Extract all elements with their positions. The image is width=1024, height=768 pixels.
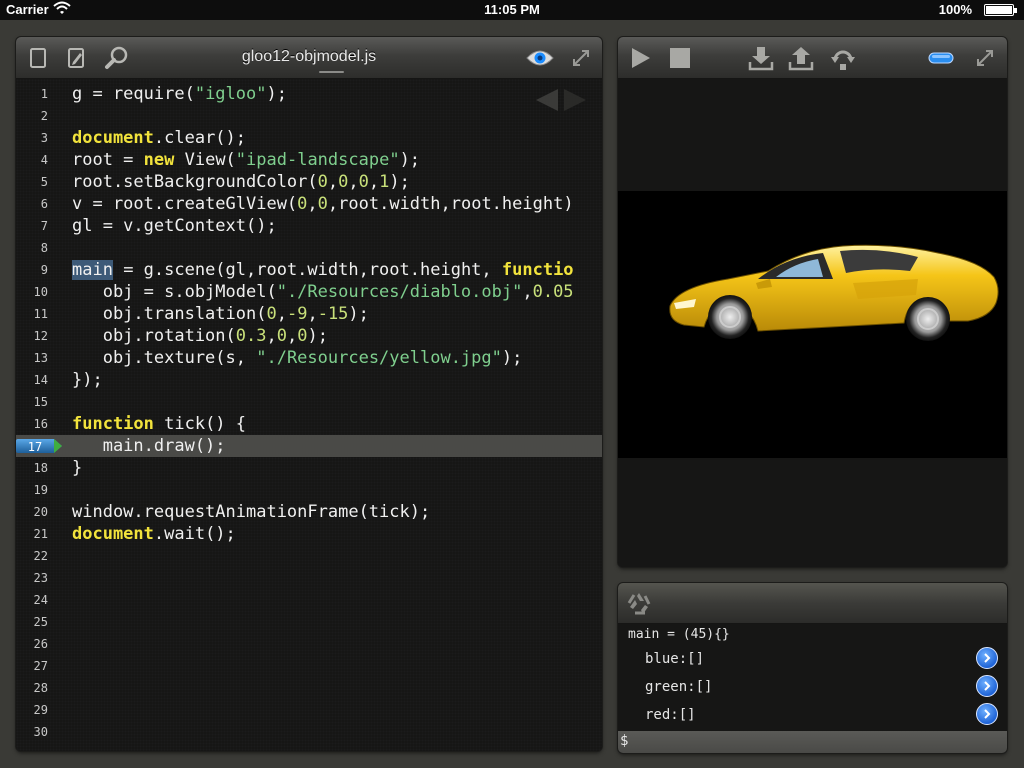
code-line: 3 document.clear(); [40, 128, 247, 148]
console-prompt: $ [620, 733, 629, 749]
code-area[interactable]: 1g = require("igloo"); 2 3 document.clear… [16, 79, 602, 751]
code-line: 7 gl = v.getContext(); [40, 216, 277, 236]
code-line: 11 obj.translation(0,-9,-15); [33, 304, 369, 324]
expand-icon[interactable] [568, 45, 594, 71]
code-line: 18} [33, 458, 83, 478]
expand-icon[interactable] [972, 45, 998, 71]
status-bar: Carrier 11:05 PM 100% [0, 0, 1024, 20]
console-panel: main = (45){} blue:[] green:[] red:[] $ [618, 583, 1007, 753]
console-root-object: main = (45){} [628, 627, 730, 642]
code-line: 10 obj = s.objModel("./Resources/diablo.… [33, 282, 574, 302]
editor-toolbar: gloo12-objmodel.js [16, 37, 602, 79]
code-line: 9 main = g.scene(gl,root.width,root.heigh… [40, 260, 574, 280]
console-property-row[interactable]: green:[] [618, 673, 1007, 701]
disclosure-icon[interactable] [976, 703, 998, 725]
play-icon[interactable] [627, 45, 653, 71]
preview-panel [618, 37, 1007, 567]
recycle-icon[interactable] [626, 590, 652, 616]
selected-text: main [72, 260, 113, 280]
code-line: 23 [33, 571, 48, 585]
preview-toolbar [618, 37, 1007, 79]
code-line: 27 [33, 659, 48, 673]
gl-canvas[interactable] [618, 191, 1007, 458]
code-line: 26 [33, 637, 48, 651]
code-line: 19 [33, 483, 48, 497]
code-line: 6v = root.createGlView(0,0,root.width,ro… [40, 194, 574, 214]
title-indicator [319, 71, 344, 73]
battery-percent: 100% [938, 2, 972, 17]
code-line: 24 [33, 593, 48, 607]
slider-icon[interactable] [928, 45, 954, 71]
code-line: 8 [40, 241, 48, 255]
eye-icon[interactable] [525, 45, 555, 71]
console-input[interactable]: $ [618, 731, 1007, 753]
stop-icon[interactable] [667, 45, 693, 71]
code-line: 25 [33, 615, 48, 629]
file-title[interactable]: gloo12-objmodel.js [16, 48, 602, 66]
code-line: 13 obj.texture(s, "./Resources/yellow.jp… [33, 348, 523, 368]
disclosure-icon[interactable] [976, 675, 998, 697]
download-icon[interactable] [748, 45, 774, 71]
code-line: 20 window.requestAnimationFrame(tick); [33, 502, 431, 522]
console-toolbar [618, 583, 1007, 624]
current-code-line: 17 main.draw(); [16, 435, 602, 457]
breakpoint-marker[interactable]: 17 [16, 437, 62, 455]
code-line: 21 document.wait(); [33, 524, 236, 544]
code-line: 22 [33, 549, 48, 563]
code-line: 15 [33, 395, 48, 409]
code-editor-panel: gloo12-objmodel.js 1g = require("igloo")… [16, 37, 602, 751]
battery-icon [984, 4, 1017, 16]
code-line: 5 root.setBackgroundColor(0,0,0,1); [40, 172, 410, 192]
code-line: 2 [40, 109, 48, 123]
code-line: 28 [33, 681, 48, 695]
code-line: 4 root = new View("ipad-landscape"); [40, 150, 421, 170]
reload-icon[interactable] [830, 45, 856, 71]
clock: 11:05 PM [484, 2, 540, 17]
car-model-image [669, 244, 999, 341]
console-property-row[interactable]: red:[] [618, 701, 1007, 729]
disclosure-icon[interactable] [976, 647, 998, 669]
console-property-row[interactable]: blue:[] [618, 645, 1007, 673]
console-output: main = (45){} blue:[] green:[] red:[] [618, 624, 1007, 731]
code-line: 12 obj.rotation(0.3,0,0); [33, 326, 328, 346]
code-line: 14}); [33, 370, 103, 390]
preview-area [618, 79, 1007, 567]
code-line: 16 function tick() { [33, 414, 247, 434]
code-line: 29 [33, 703, 48, 717]
code-line: 30 [33, 725, 48, 739]
code-line: 1g = require("igloo"); [40, 84, 287, 104]
upload-icon[interactable] [788, 45, 814, 71]
